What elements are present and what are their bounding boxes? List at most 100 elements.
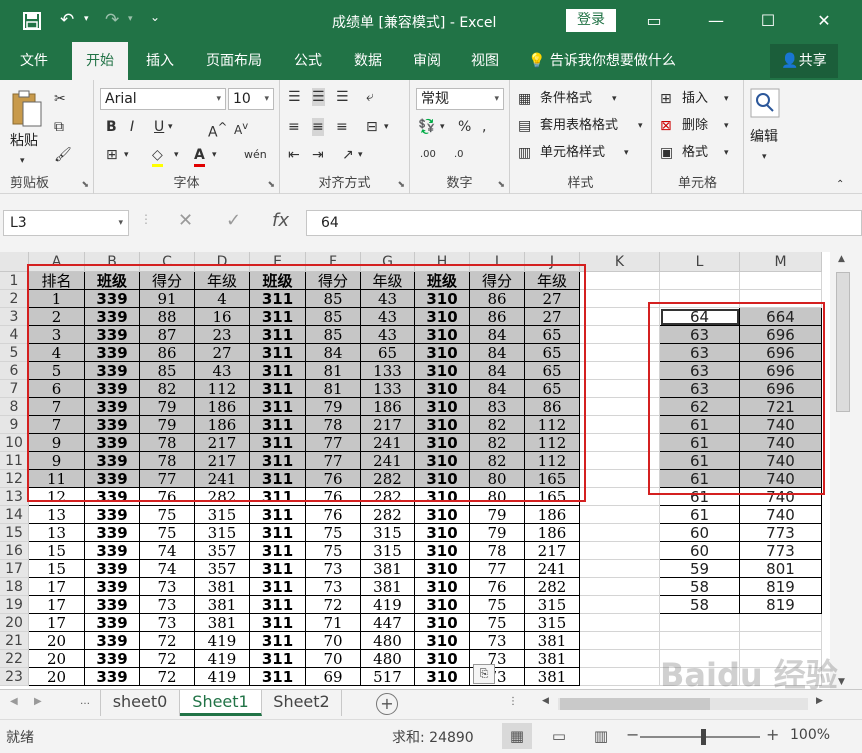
table-cell[interactable]: 339 <box>85 308 140 326</box>
page-break-view-icon[interactable]: ▥ <box>586 723 616 749</box>
empty-cell[interactable] <box>740 632 822 650</box>
table-cell[interactable]: 186 <box>195 398 250 416</box>
table-cell[interactable]: 77 <box>140 470 195 488</box>
row-header[interactable]: 23 <box>0 668 29 686</box>
table-cell[interactable]: 381 <box>525 632 580 650</box>
cond-format-dropdown-icon[interactable]: ▾ <box>612 90 617 108</box>
paste-dropdown-icon[interactable]: ▾ <box>20 152 25 170</box>
table-cell[interactable]: 339 <box>85 362 140 380</box>
table-cell[interactable]: 74 <box>140 560 195 578</box>
table-cell[interactable]: 311 <box>250 452 306 470</box>
header-cell[interactable]: 年级 <box>361 272 415 290</box>
align-top-icon[interactable]: ☰ <box>288 88 301 106</box>
table-cell[interactable]: 82 <box>470 434 525 452</box>
table-cell[interactable]: 86 <box>470 290 525 308</box>
align-bottom-icon[interactable]: ☰ <box>336 88 349 106</box>
login-button[interactable]: 登录 <box>566 9 616 32</box>
score-cell[interactable]: 740 <box>740 488 822 506</box>
table-cell[interactable]: 4 <box>29 344 85 362</box>
italic-icon[interactable]: I <box>130 118 134 136</box>
table-cell[interactable]: 75 <box>470 596 525 614</box>
sheet-next-icon[interactable]: ▶ <box>34 696 42 707</box>
underline-dropdown-icon[interactable]: ▾ <box>168 118 173 136</box>
table-cell[interactable]: 310 <box>415 434 470 452</box>
copy-icon[interactable]: ⧉ <box>54 118 64 136</box>
table-cell[interactable]: 84 <box>470 380 525 398</box>
column-header[interactable]: H <box>415 252 470 272</box>
row-header[interactable]: 10 <box>0 434 29 452</box>
function-icon[interactable]: fx <box>272 210 289 231</box>
table-cell[interactable]: 186 <box>525 506 580 524</box>
table-cell[interactable]: 27 <box>525 290 580 308</box>
score-cell[interactable]: 63 <box>660 344 740 362</box>
table-cell[interactable]: 339 <box>85 416 140 434</box>
table-cell[interactable]: 73 <box>470 632 525 650</box>
table-cell[interactable]: 311 <box>250 434 306 452</box>
border-dropdown-icon[interactable]: ▾ <box>124 146 129 164</box>
score-cell[interactable]: 61 <box>660 506 740 524</box>
table-cell[interactable]: 381 <box>361 560 415 578</box>
table-cell[interactable]: 381 <box>525 668 580 686</box>
sheet-tab-sheet1[interactable]: Sheet1 <box>180 690 262 716</box>
score-cell[interactable]: 60 <box>660 524 740 542</box>
table-cell[interactable]: 70 <box>306 650 361 668</box>
table-cell[interactable]: 310 <box>415 578 470 596</box>
table-cell[interactable]: 282 <box>361 506 415 524</box>
sheet-prev-icon[interactable]: ◀ <box>10 696 18 707</box>
decrease-decimal-icon[interactable]: .0 <box>454 146 464 164</box>
table-cell[interactable]: 310 <box>415 362 470 380</box>
underline-icon[interactable]: U <box>154 118 164 136</box>
zoom-out-icon[interactable]: − <box>626 725 639 744</box>
sheet-tab-sheet2[interactable]: Sheet2 <box>262 690 342 716</box>
table-cell[interactable]: 43 <box>361 308 415 326</box>
empty-cell[interactable] <box>580 290 660 308</box>
close-icon[interactable]: ✕ <box>810 8 838 34</box>
align-launcher-icon[interactable]: ⬊ <box>397 180 405 190</box>
format-dropdown-icon[interactable]: ▾ <box>724 144 729 162</box>
hscroll-thumb[interactable] <box>560 698 710 710</box>
bold-icon[interactable]: B <box>106 118 117 136</box>
editing-label[interactable]: 编辑 <box>750 128 778 146</box>
table-cell[interactable]: 311 <box>250 524 306 542</box>
table-cell[interactable]: 315 <box>361 542 415 560</box>
empty-cell[interactable] <box>580 668 660 686</box>
tab-formulas[interactable]: 公式 <box>284 42 332 80</box>
table-cell[interactable]: 339 <box>85 344 140 362</box>
number-format-select[interactable]: 常规 ▾ <box>416 88 504 110</box>
table-cell[interactable]: 43 <box>195 362 250 380</box>
table-cell[interactable]: 77 <box>306 434 361 452</box>
vertical-scrollbar[interactable]: ▲ ▼ <box>830 252 862 689</box>
table-cell[interactable]: 17 <box>29 596 85 614</box>
score-cell[interactable]: 63 <box>660 326 740 344</box>
header-cell[interactable]: 排名 <box>29 272 85 290</box>
score-cell[interactable]: 59 <box>660 560 740 578</box>
table-cell[interactable]: 12 <box>29 488 85 506</box>
table-cell[interactable]: 311 <box>250 614 306 632</box>
table-cell[interactable]: 217 <box>361 416 415 434</box>
table-cell[interactable]: 73 <box>140 596 195 614</box>
table-cell[interactable]: 13 <box>29 524 85 542</box>
table-cell[interactable]: 11 <box>29 470 85 488</box>
empty-cell[interactable] <box>580 398 660 416</box>
table-cell[interactable]: 77 <box>306 452 361 470</box>
table-cell[interactable]: 15 <box>29 560 85 578</box>
table-cell[interactable]: 186 <box>195 416 250 434</box>
score-cell[interactable]: 696 <box>740 326 822 344</box>
table-cell[interactable]: 315 <box>195 524 250 542</box>
table-cell[interactable]: 75 <box>306 542 361 560</box>
table-cell[interactable]: 76 <box>470 578 525 596</box>
row-header[interactable]: 12 <box>0 470 29 488</box>
table-cell[interactable]: 86 <box>140 344 195 362</box>
table-cell[interactable]: 419 <box>195 632 250 650</box>
table-cell[interactable]: 311 <box>250 470 306 488</box>
table-cell[interactable]: 79 <box>470 506 525 524</box>
empty-cell[interactable] <box>580 362 660 380</box>
score-cell[interactable]: 61 <box>660 416 740 434</box>
comma-icon[interactable]: , <box>482 118 486 136</box>
table-cell[interactable]: 9 <box>29 452 85 470</box>
row-header[interactable]: 14 <box>0 506 29 524</box>
empty-cell[interactable] <box>580 650 660 668</box>
table-cell[interactable]: 133 <box>361 380 415 398</box>
column-header[interactable]: I <box>470 252 525 272</box>
table-cell[interactable]: 310 <box>415 524 470 542</box>
